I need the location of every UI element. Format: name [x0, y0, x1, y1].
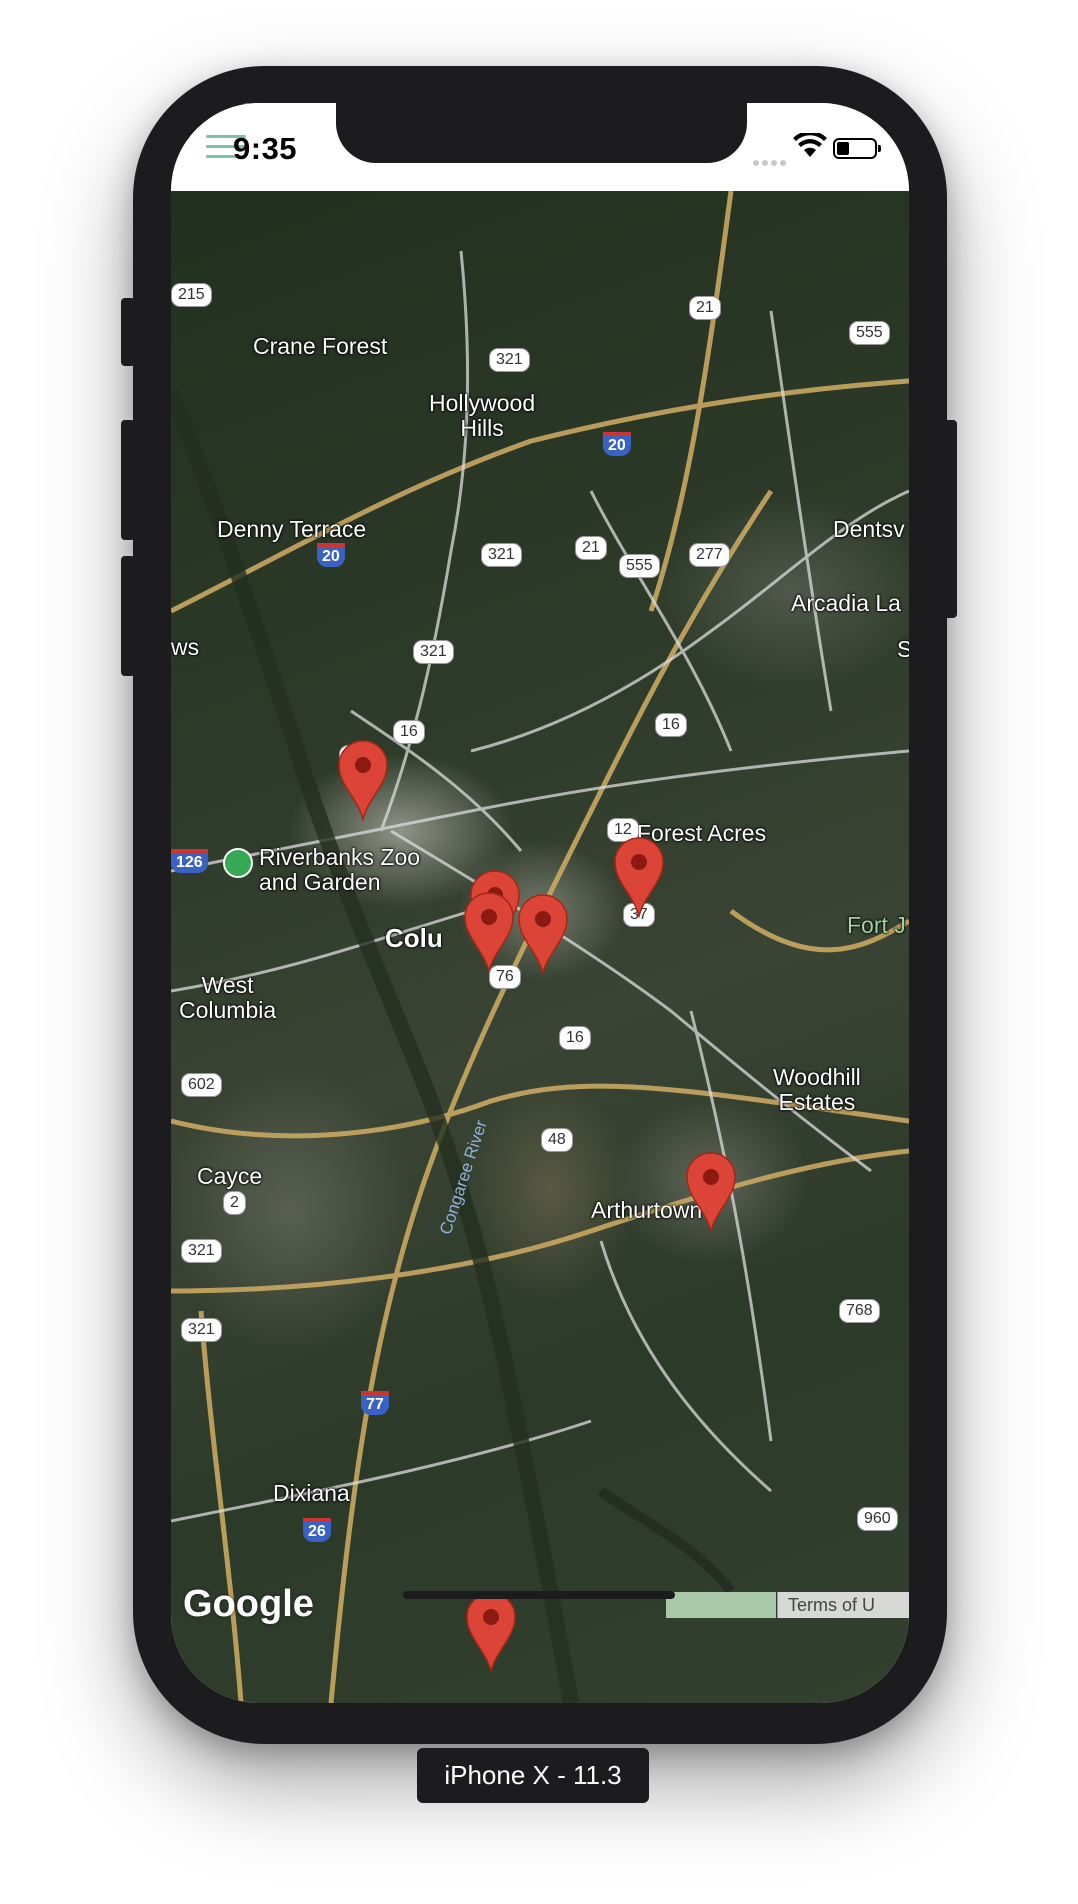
place-label-riverbanks-zoo: Riverbanks Zoo and Garden: [259, 844, 421, 895]
map-view[interactable]: Crane Forest Hollywood Hills Denny Terra…: [171, 191, 909, 1703]
volume-down-button: [121, 556, 135, 676]
place-label-denny-terrace: Denny Terrace: [217, 516, 367, 542]
place-label-dentsville: Dentsv: [833, 516, 905, 542]
zoo-icon[interactable]: [223, 848, 253, 878]
status-bar: 9:35: [171, 103, 909, 191]
interstate-shield: 126: [171, 849, 208, 873]
map-marker-pin[interactable]: [465, 1591, 517, 1673]
map-marker-pin[interactable]: [463, 891, 515, 973]
route-shield: 321: [181, 1318, 222, 1342]
route-shield: 277: [689, 543, 730, 567]
place-label-s: S: [897, 636, 909, 662]
power-button: [943, 420, 957, 618]
place-label-crane-forest: Crane Forest: [253, 333, 388, 359]
route-shield: 215: [171, 283, 212, 307]
route-shield: 21: [575, 536, 607, 560]
silent-switch: [121, 298, 135, 366]
place-label-dixiana: Dixiana: [273, 1480, 350, 1506]
route-shield: 321: [481, 543, 522, 567]
place-label-ws: ws: [171, 634, 200, 660]
device-label: iPhone X - 11.3: [417, 1748, 649, 1803]
route-shield: 16: [393, 720, 425, 744]
interstate-shield: 20: [317, 543, 345, 567]
map-marker-pin[interactable]: [685, 1151, 737, 1233]
cellular-signal-icon: [753, 153, 789, 171]
place-label-columbia: Colu: [385, 923, 443, 953]
place-label-hollywood-hills: Hollywood Hills: [429, 390, 536, 441]
route-shield: 768: [839, 1299, 880, 1323]
map-attribution-bar: [666, 1592, 776, 1618]
interstate-shield: 20: [603, 432, 631, 456]
route-shield: 16: [655, 713, 687, 737]
status-time: 9:35: [233, 131, 298, 166]
place-label-cayce: Cayce: [197, 1163, 263, 1189]
map-marker-pin[interactable]: [613, 836, 665, 918]
place-label-arcadia-lakes: Arcadia La: [791, 590, 901, 616]
volume-up-button: [121, 420, 135, 540]
route-shield: 960: [857, 1507, 898, 1531]
map-marker-pin[interactable]: [337, 739, 389, 821]
place-label-fort-jackson: Fort J: [847, 912, 906, 938]
route-shield: 16: [559, 1026, 591, 1050]
route-shield: 321: [181, 1239, 222, 1263]
map-marker-pin[interactable]: [517, 893, 569, 975]
route-shield: 2: [223, 1191, 246, 1215]
place-label-west-columbia: West Columbia: [179, 972, 277, 1023]
place-label-woodhill-estates: Woodhill Estates: [773, 1064, 861, 1115]
notch: [336, 103, 747, 163]
google-logo: Google: [183, 1583, 314, 1625]
route-shield: 321: [413, 640, 454, 664]
interstate-shield: 26: [303, 1518, 331, 1542]
wifi-icon: [793, 133, 827, 157]
interstate-shield: 77: [361, 1391, 389, 1415]
route-shield: 21: [689, 296, 721, 320]
battery-icon: [833, 138, 881, 159]
route-shield: 48: [541, 1128, 573, 1152]
route-shield: 555: [619, 554, 660, 578]
terms-of-use-link[interactable]: Terms of U: [777, 1592, 909, 1618]
route-shield: 321: [489, 348, 530, 372]
route-shield: 555: [849, 321, 890, 345]
route-shield: 602: [181, 1073, 222, 1097]
device-screen: 9:35 Crane Forest Hollywood Hills Denny …: [171, 103, 909, 1703]
home-indicator[interactable]: [403, 1591, 675, 1599]
